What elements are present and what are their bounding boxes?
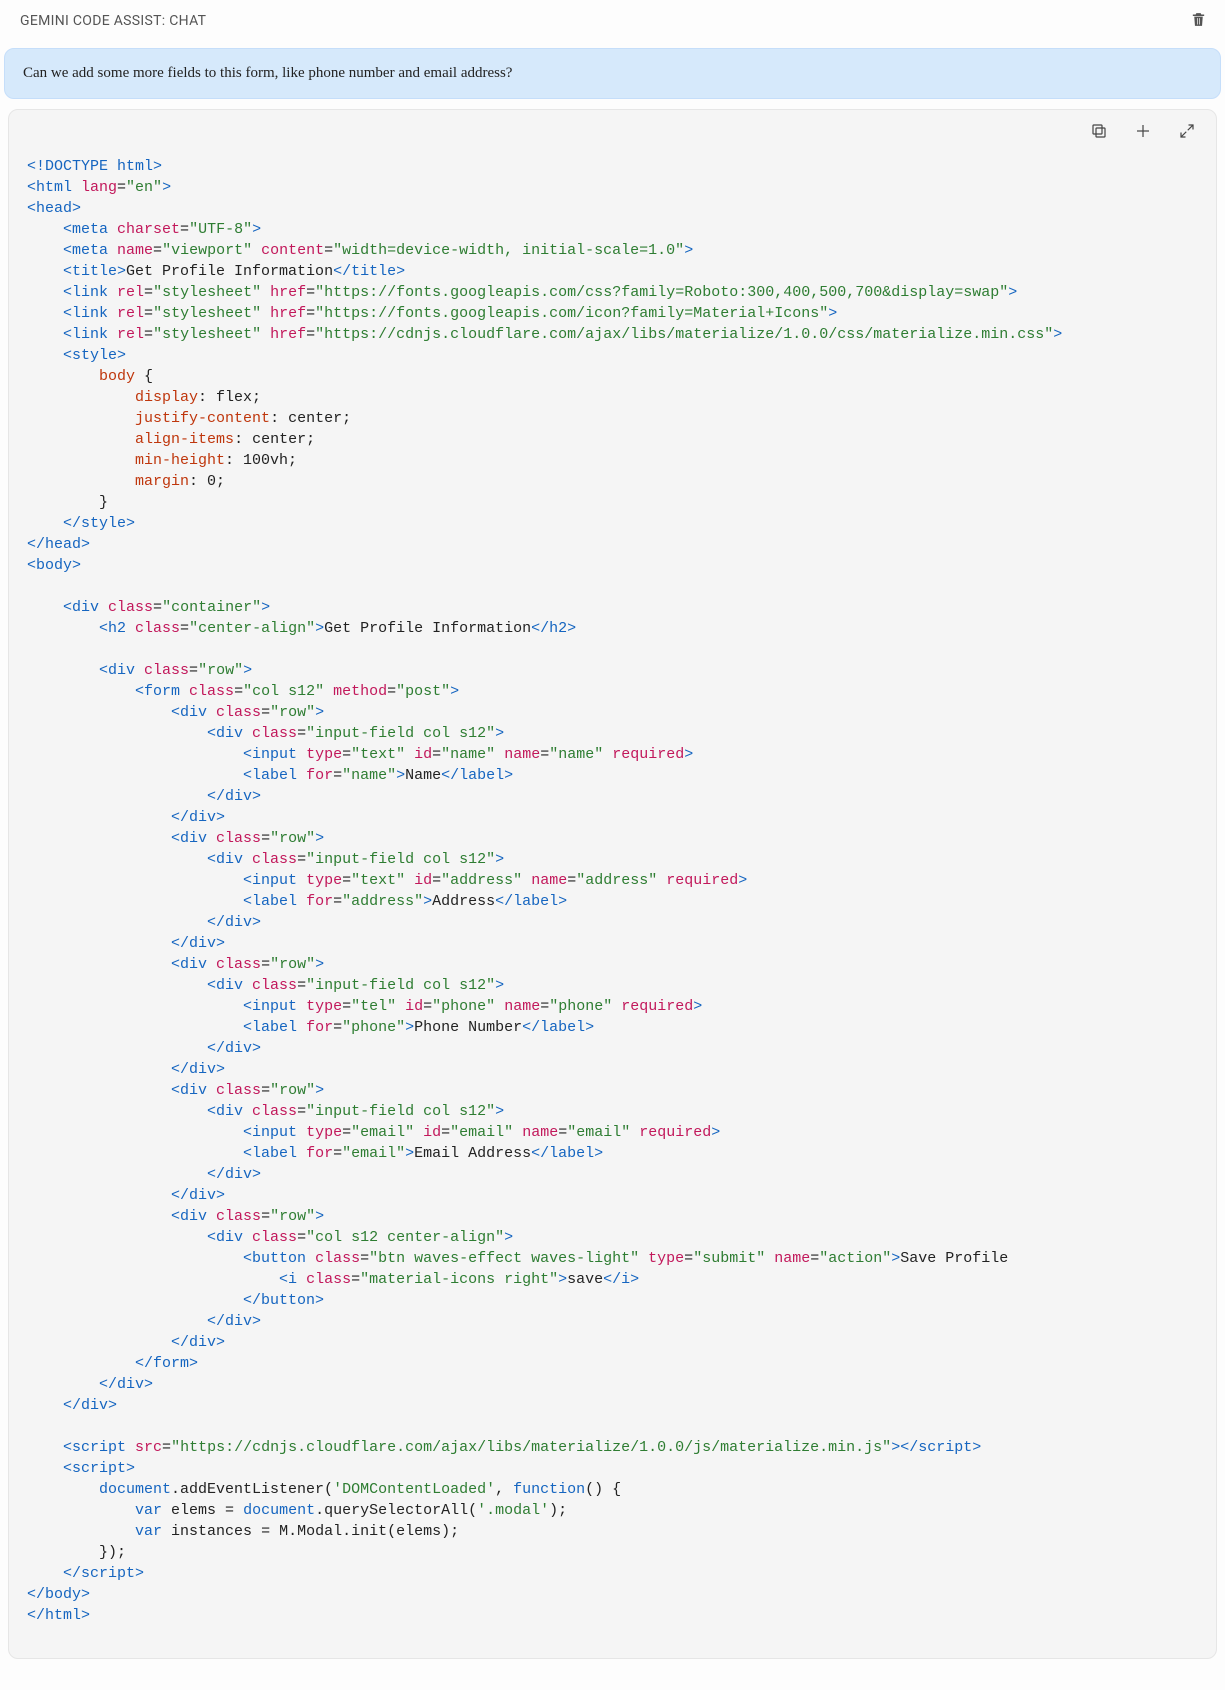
code-line: <meta name="viewport" content="width=dev… xyxy=(27,240,1198,261)
code-line: var elems = document.querySelectorAll('.… xyxy=(27,1500,1198,1521)
code-line: <input type="tel" id="phone" name="phone… xyxy=(27,996,1198,1017)
code-line: <link rel="stylesheet" href="https://cdn… xyxy=(27,324,1198,345)
code-line: <script src="https://cdnjs.cloudflare.co… xyxy=(27,1437,1198,1458)
code-line: <div class="row"> xyxy=(27,954,1198,975)
code-line: <div class="row"> xyxy=(27,660,1198,681)
code-line: <label for="address">Address</label> xyxy=(27,891,1198,912)
code-line: <meta charset="UTF-8"> xyxy=(27,219,1198,240)
code-line: </div> xyxy=(27,1311,1198,1332)
code-line: </div> xyxy=(27,1185,1198,1206)
code-line: display: flex; xyxy=(27,387,1198,408)
code-line: <label for="email">Email Address</label> xyxy=(27,1143,1198,1164)
expand-button[interactable] xyxy=(1174,120,1200,146)
code-line: </body> xyxy=(27,1584,1198,1605)
code-line: <input type="email" id="email" name="ema… xyxy=(27,1122,1198,1143)
code-line: }); xyxy=(27,1542,1198,1563)
code-line: <head> xyxy=(27,198,1198,219)
code-block[interactable]: <!DOCTYPE html><html lang="en"><head> <m… xyxy=(9,146,1216,1658)
code-line xyxy=(27,1416,1198,1437)
code-line: <div class="row"> xyxy=(27,1206,1198,1227)
code-line: <label for="name">Name</label> xyxy=(27,765,1198,786)
copy-icon xyxy=(1090,122,1108,144)
code-line xyxy=(27,576,1198,597)
code-line: <body> xyxy=(27,555,1198,576)
code-toolbar xyxy=(9,110,1216,146)
code-line: </button> xyxy=(27,1290,1198,1311)
code-line: <div class="row"> xyxy=(27,828,1198,849)
code-line: </form> xyxy=(27,1353,1198,1374)
code-line: body { xyxy=(27,366,1198,387)
code-line: align-items: center; xyxy=(27,429,1198,450)
code-line: </html> xyxy=(27,1605,1198,1626)
code-line: <style> xyxy=(27,345,1198,366)
code-line: <label for="phone">Phone Number</label> xyxy=(27,1017,1198,1038)
code-line: justify-content: center; xyxy=(27,408,1198,429)
code-line: </head> xyxy=(27,534,1198,555)
code-line: </div> xyxy=(27,1038,1198,1059)
code-line: <div class="row"> xyxy=(27,702,1198,723)
copy-button[interactable] xyxy=(1086,120,1112,146)
code-line: <script> xyxy=(27,1458,1198,1479)
user-message-bubble: Can we add some more fields to this form… xyxy=(4,48,1221,99)
code-line: <title>Get Profile Information</title> xyxy=(27,261,1198,282)
code-line: <form class="col s12" method="post"> xyxy=(27,681,1198,702)
expand-icon xyxy=(1178,122,1196,144)
code-line: <i class="material-icons right">save</i> xyxy=(27,1269,1198,1290)
code-line: </div> xyxy=(27,1059,1198,1080)
user-message-text: Can we add some more fields to this form… xyxy=(23,65,512,81)
code-line: </div> xyxy=(27,786,1198,807)
code-line: <div class="input-field col s12"> xyxy=(27,849,1198,870)
code-line: <div class="container"> xyxy=(27,597,1198,618)
code-line xyxy=(27,639,1198,660)
code-line: </div> xyxy=(27,1374,1198,1395)
trash-icon xyxy=(1190,11,1207,32)
code-line: </div> xyxy=(27,933,1198,954)
code-line: document.addEventListener('DOMContentLoa… xyxy=(27,1479,1198,1500)
code-line: <div class="input-field col s12"> xyxy=(27,723,1198,744)
code-line: margin: 0; xyxy=(27,471,1198,492)
panel-title: GEMINI CODE ASSIST: CHAT xyxy=(20,13,206,29)
code-line: } xyxy=(27,492,1198,513)
code-response-card: <!DOCTYPE html><html lang="en"><head> <m… xyxy=(8,109,1217,1659)
code-line: </style> xyxy=(27,513,1198,534)
code-line: <div class="row"> xyxy=(27,1080,1198,1101)
code-line: <!DOCTYPE html> xyxy=(27,156,1198,177)
code-line: <div class="col s12 center-align"> xyxy=(27,1227,1198,1248)
panel-header: GEMINI CODE ASSIST: CHAT xyxy=(0,0,1225,42)
delete-button[interactable] xyxy=(1187,10,1209,32)
code-line: </div> xyxy=(27,912,1198,933)
code-line: </script> xyxy=(27,1563,1198,1584)
code-line: <div class="input-field col s12"> xyxy=(27,1101,1198,1122)
code-line: <div class="input-field col s12"> xyxy=(27,975,1198,996)
insert-button[interactable] xyxy=(1130,120,1156,146)
code-line: <h2 class="center-align">Get Profile Inf… xyxy=(27,618,1198,639)
code-line: </div> xyxy=(27,1395,1198,1416)
code-line: </div> xyxy=(27,1332,1198,1353)
code-line: <input type="text" id="address" name="ad… xyxy=(27,870,1198,891)
code-line: </div> xyxy=(27,1164,1198,1185)
code-line: </div> xyxy=(27,807,1198,828)
code-line: <link rel="stylesheet" href="https://fon… xyxy=(27,282,1198,303)
code-line: var instances = M.Modal.init(elems); xyxy=(27,1521,1198,1542)
code-line: <button class="btn waves-effect waves-li… xyxy=(27,1248,1198,1269)
code-line: <html lang="en"> xyxy=(27,177,1198,198)
plus-icon xyxy=(1134,122,1152,144)
code-line: <input type="text" id="name" name="name"… xyxy=(27,744,1198,765)
code-line: min-height: 100vh; xyxy=(27,450,1198,471)
code-line: <link rel="stylesheet" href="https://fon… xyxy=(27,303,1198,324)
